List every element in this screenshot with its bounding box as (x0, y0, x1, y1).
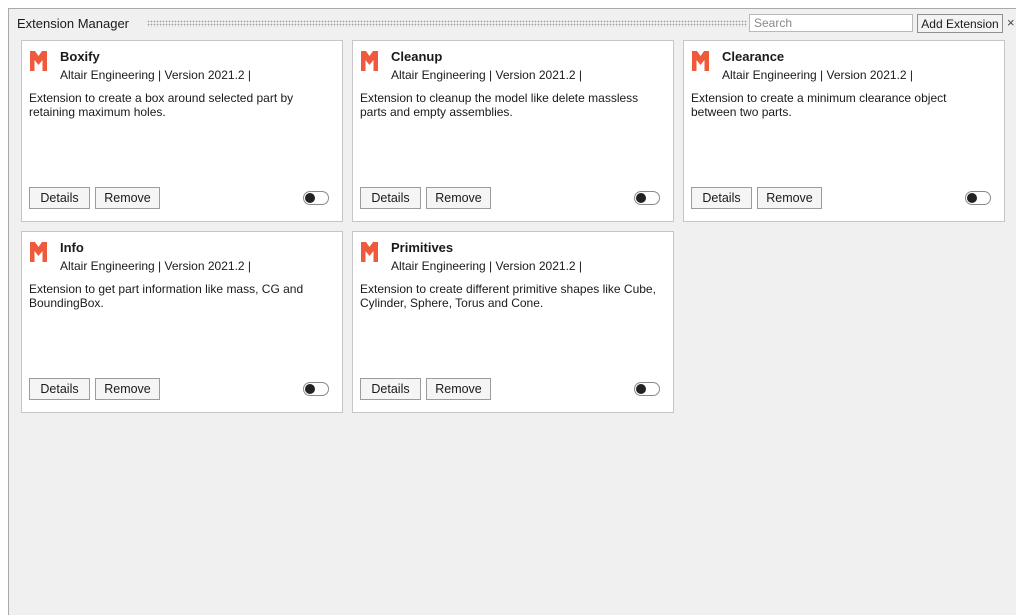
extension-card-primitives: Primitives Altair Engineering | Version … (352, 231, 674, 413)
enable-toggle[interactable] (303, 191, 329, 205)
extension-meta: Altair Engineering | Version 2021.2 | (60, 259, 252, 273)
remove-button[interactable]: Remove (426, 378, 491, 400)
extension-card-cleanup: Cleanup Altair Engineering | Version 202… (352, 40, 674, 222)
toggle-knob (305, 193, 315, 203)
extension-name: Cleanup (391, 49, 443, 64)
toggle-knob (636, 384, 646, 394)
add-extension-button[interactable]: Add Extension (917, 14, 1003, 33)
extension-card-info: Info Altair Engineering | Version 2021.2… (21, 231, 343, 413)
details-button[interactable]: Details (29, 187, 90, 209)
altair-logo-icon (361, 242, 378, 262)
altair-logo-icon (30, 242, 47, 262)
details-button[interactable]: Details (360, 378, 421, 400)
panel-title: Extension Manager (17, 16, 130, 31)
extension-card-clearance: Clearance Altair Engineering | Version 2… (683, 40, 1005, 222)
close-icon[interactable]: × (1007, 14, 1016, 32)
extension-name: Boxify (60, 49, 100, 64)
enable-toggle[interactable] (634, 382, 660, 396)
extension-meta: Altair Engineering | Version 2021.2 | (722, 68, 914, 82)
extension-meta: Altair Engineering | Version 2021.2 | (391, 68, 583, 82)
search-input[interactable] (749, 14, 913, 32)
extension-description: Extension to create a minimum clearance … (691, 91, 947, 119)
extension-name: Info (60, 240, 84, 255)
details-button[interactable]: Details (360, 187, 421, 209)
remove-button[interactable]: Remove (95, 378, 160, 400)
remove-button[interactable]: Remove (757, 187, 822, 209)
extension-description: Extension to create different primitive … (360, 282, 656, 310)
enable-toggle[interactable] (303, 382, 329, 396)
enable-toggle[interactable] (965, 191, 991, 205)
extension-name: Primitives (391, 240, 454, 255)
extension-meta: Altair Engineering | Version 2021.2 | (60, 68, 252, 82)
extension-description: Extension to create a box around selecte… (29, 91, 294, 119)
altair-logo-icon (692, 51, 709, 71)
details-button[interactable]: Details (29, 378, 90, 400)
drag-grip[interactable] (147, 20, 747, 27)
extension-manager-panel: Extension Manager Add Extension × Boxify… (8, 8, 1016, 615)
toggle-knob (967, 193, 977, 203)
extension-card-boxify: Boxify Altair Engineering | Version 2021… (21, 40, 343, 222)
extension-name: Clearance (722, 49, 785, 64)
remove-button[interactable]: Remove (95, 187, 160, 209)
altair-logo-icon (30, 51, 47, 71)
altair-logo-icon (361, 51, 378, 71)
details-button[interactable]: Details (691, 187, 752, 209)
toggle-knob (636, 193, 646, 203)
extension-description: Extension to cleanup the model like dele… (360, 91, 639, 119)
enable-toggle[interactable] (634, 191, 660, 205)
toggle-knob (305, 384, 315, 394)
title-bar: Extension Manager Add Extension × (9, 9, 1016, 39)
extension-description: Extension to get part information like m… (29, 282, 304, 310)
remove-button[interactable]: Remove (426, 187, 491, 209)
extension-meta: Altair Engineering | Version 2021.2 | (391, 259, 583, 273)
